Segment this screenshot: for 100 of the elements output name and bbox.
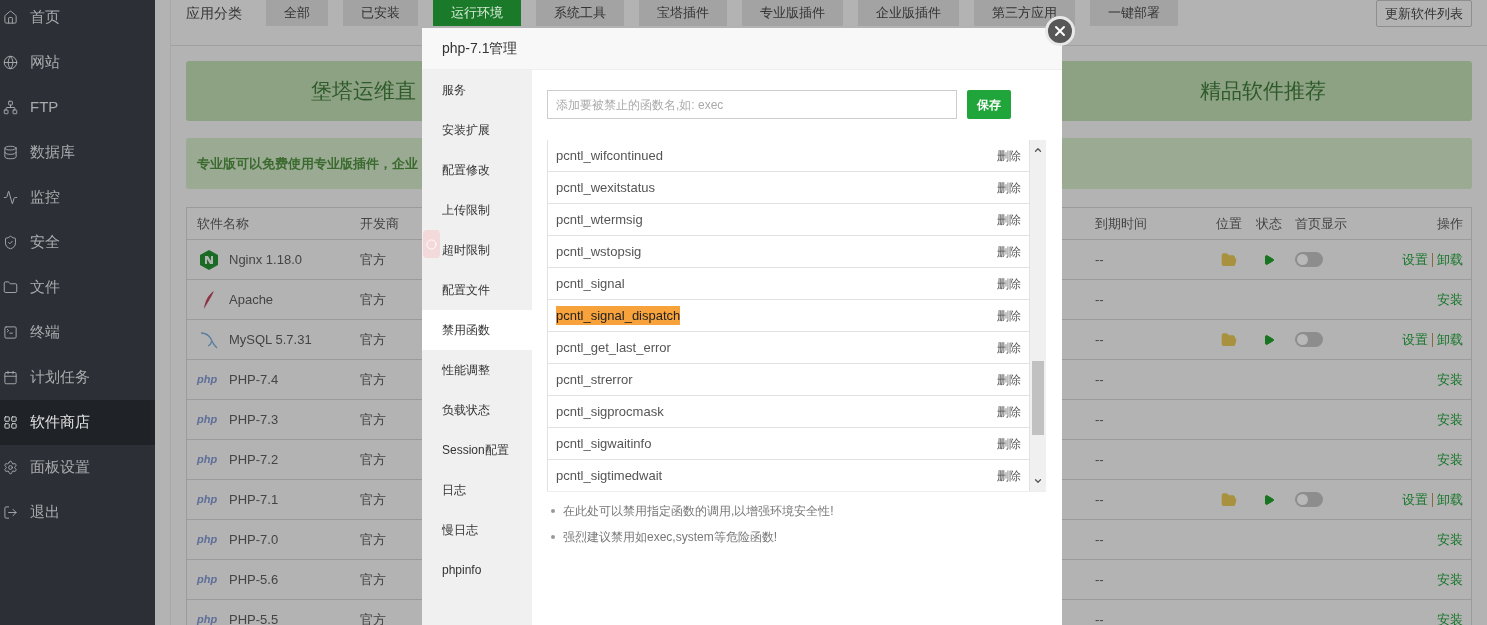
nav-item[interactable]: 上传限制 <box>422 190 532 230</box>
sidebar-item[interactable]: 安全 <box>0 220 155 265</box>
software-name: PHP-7.1 <box>229 490 279 509</box>
category-tab[interactable]: 全部 <box>266 0 328 26</box>
software-name: Apache <box>229 290 274 309</box>
shield-icon <box>3 235 18 250</box>
delete-link[interactable]: 删除 <box>997 370 1021 389</box>
scroll-thumb[interactable] <box>1032 361 1044 435</box>
software-name: Nginx 1.18.0 <box>229 250 302 269</box>
nav-item[interactable]: 负载状态 <box>422 390 532 430</box>
function-name: pcntl_wtermsig <box>556 210 643 229</box>
expiry-cell-text: -- <box>1094 490 1105 509</box>
software-name: PHP-5.5 <box>229 610 279 625</box>
nav-item[interactable]: 超时限制 <box>422 230 532 270</box>
sidebar-item[interactable]: FTP <box>0 85 155 130</box>
php-logo: php <box>197 412 219 428</box>
play-icon[interactable] <box>1263 253 1275 266</box>
function-name: pcntl_wifcontinued <box>556 146 663 165</box>
toggle-switch[interactable] <box>1295 252 1323 267</box>
folder-icon[interactable] <box>1221 251 1237 268</box>
terminal-icon <box>3 325 18 340</box>
sidebar-item[interactable]: 退出 <box>0 490 155 535</box>
category-tab[interactable]: 系统工具 <box>536 0 624 26</box>
sidebar-item[interactable]: 监控 <box>0 175 155 220</box>
function-name: pcntl_sigprocmask <box>556 402 664 421</box>
folder-icon[interactable] <box>1221 491 1237 508</box>
delete-link[interactable]: 删除 <box>997 146 1021 165</box>
dialog-title: php-7.1管理 <box>442 39 518 58</box>
sidebar-item[interactable]: 面板设置 <box>0 445 155 490</box>
expiry-cell-text: -- <box>1094 250 1105 269</box>
nav-item[interactable]: 性能调整 <box>422 350 532 390</box>
category-tab[interactable]: 运行环境 <box>433 0 521 26</box>
folder-icon <box>3 280 18 295</box>
sidebar-item[interactable]: 首页 <box>0 0 155 40</box>
scroll-up-icon[interactable] <box>1033 145 1043 155</box>
function-name: pcntl_get_last_error <box>556 338 671 357</box>
php-logo: php <box>197 612 219 625</box>
category-tab[interactable]: 宝塔插件 <box>639 0 727 26</box>
nav-item[interactable]: 日志 <box>422 470 532 510</box>
sidebar-item[interactable]: 终端 <box>0 310 155 355</box>
software-name: PHP-7.4 <box>229 370 279 389</box>
category-tab[interactable]: 第三方应用 <box>974 0 1075 26</box>
play-icon[interactable] <box>1263 493 1275 506</box>
php-logo: php <box>197 532 219 548</box>
category-tab[interactable]: 已安装 <box>343 0 418 26</box>
floating-button[interactable] <box>423 230 440 258</box>
close-icon <box>1052 23 1068 39</box>
expiry-cell-text: -- <box>1094 610 1105 625</box>
category-tab[interactable]: 企业版插件 <box>858 0 959 26</box>
developer-cell: 官方 <box>360 451 386 467</box>
folder-icon[interactable] <box>1221 331 1237 348</box>
scrollbar[interactable] <box>1030 140 1046 491</box>
delete-link[interactable]: 删除 <box>997 210 1021 229</box>
column-header: 软件名称 <box>196 214 250 233</box>
sidebar-item[interactable]: 文件 <box>0 265 155 310</box>
scroll-down-icon[interactable] <box>1033 476 1043 486</box>
settings-icon <box>3 460 18 475</box>
delete-link[interactable]: 删除 <box>997 466 1021 485</box>
delete-link[interactable]: 删除 <box>997 338 1021 357</box>
function-name: pcntl_signal_dispatch <box>556 305 681 326</box>
column-header: 到期时间 <box>1094 214 1148 233</box>
nav-item[interactable]: 禁用函数 <box>422 310 532 350</box>
delete-link[interactable]: 删除 <box>997 242 1021 261</box>
sidebar-item[interactable]: 计划任务 <box>0 355 155 400</box>
delete-link[interactable]: 删除 <box>997 306 1021 325</box>
category-label: 应用分类 <box>186 4 242 23</box>
play-icon[interactable] <box>1263 333 1275 346</box>
software-name: PHP-7.2 <box>229 450 279 469</box>
nav-item[interactable]: 配置修改 <box>422 150 532 190</box>
nav-item[interactable]: 配置文件 <box>422 270 532 310</box>
function-name: pcntl_wstopsig <box>556 242 642 261</box>
category-tab[interactable]: 专业版插件 <box>742 0 843 26</box>
note-text: 强烈建议禁用如exec,system等危险函数! <box>563 529 778 546</box>
toggle-switch[interactable] <box>1295 492 1323 507</box>
grid-icon <box>3 415 18 430</box>
nav-item[interactable]: 慢日志 <box>422 510 532 550</box>
function-input[interactable]: 添加要被禁止的函数名,如: exec <box>547 90 957 119</box>
expiry-cell-text: -- <box>1094 290 1105 309</box>
sidebar-item[interactable]: 数据库 <box>0 130 155 175</box>
bullet-icon <box>551 535 555 539</box>
database-icon <box>3 145 18 160</box>
nav-item[interactable]: Session配置 <box>422 430 532 470</box>
category-tab[interactable]: 一键部署 <box>1090 0 1178 26</box>
toggle-switch[interactable] <box>1295 332 1323 347</box>
dolphin-icon <box>199 329 219 350</box>
column-header: 首页显示 <box>1294 214 1348 233</box>
php-logo: php <box>197 372 219 388</box>
php-logo: php <box>197 572 219 588</box>
sidebar-item[interactable]: 软件商店 <box>0 400 155 445</box>
sidebar-item[interactable]: 网站 <box>0 40 155 85</box>
update-list-button[interactable]: 更新软件列表 <box>1376 0 1472 27</box>
nav-item[interactable]: 服务 <box>422 70 532 110</box>
save-button[interactable]: 保存 <box>967 90 1011 119</box>
nav-item[interactable]: phpinfo <box>422 550 532 590</box>
developer-cell: 官方 <box>360 291 386 307</box>
delete-link[interactable]: 删除 <box>997 274 1021 293</box>
software-name: PHP-7.3 <box>229 410 279 429</box>
delete-link[interactable]: 删除 <box>997 434 1021 453</box>
delete-link[interactable]: 删除 <box>997 402 1021 421</box>
expiry-cell-text: -- <box>1094 370 1105 389</box>
